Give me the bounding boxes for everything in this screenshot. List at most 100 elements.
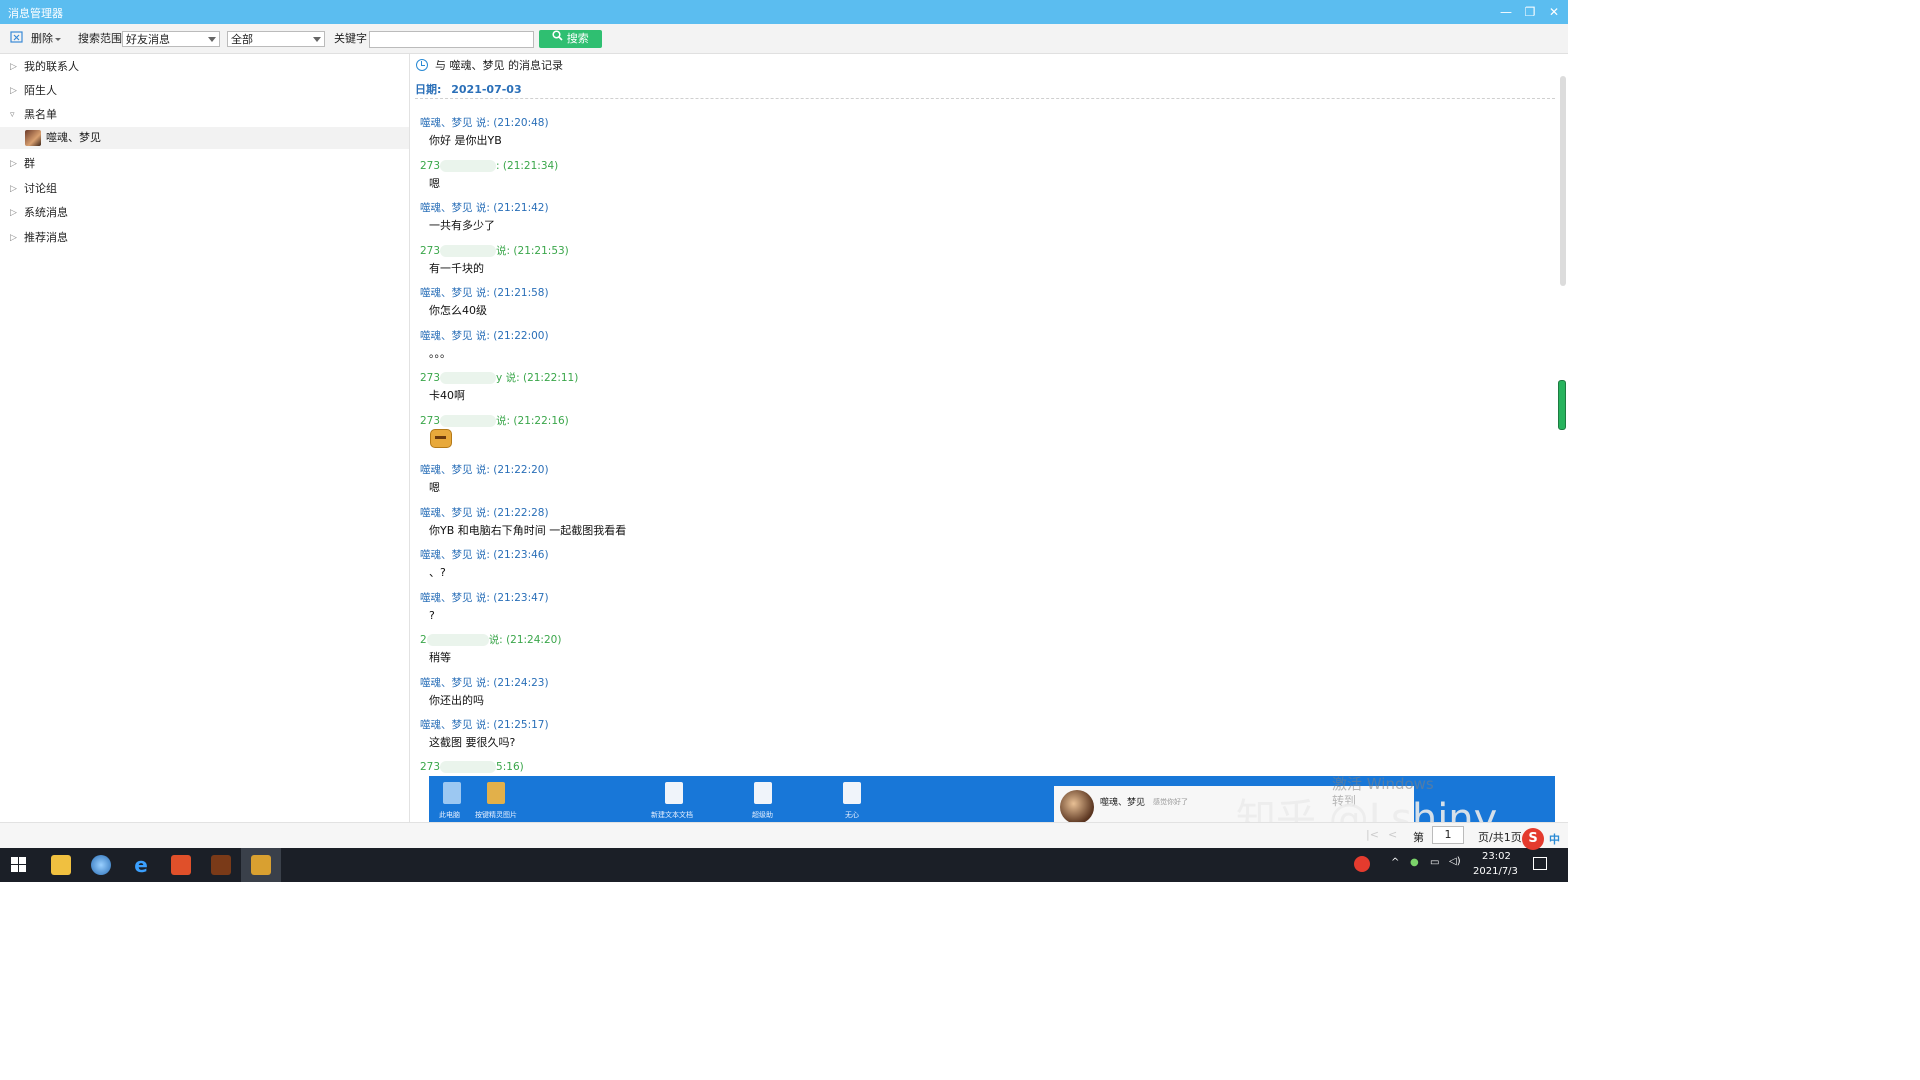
computer-icon (443, 782, 461, 804)
restore-button[interactable]: ❐ (1522, 4, 1538, 20)
message-time: (21:23:47) (493, 592, 549, 604)
delete-button[interactable]: 删除 (31, 30, 53, 47)
message-sender: 噬魂、梦见 说: (420, 287, 490, 299)
tree-item-strangers[interactable]: ▷ 陌生人 (0, 80, 409, 102)
clock-time[interactable]: 23:02 (1482, 851, 1511, 862)
message-sender: 273 (420, 415, 441, 427)
avatar (25, 130, 41, 146)
tree-item-groups[interactable]: ▷ 群 (0, 153, 409, 175)
message-header: 噬魂、梦见 说: (21:22:28) (420, 506, 549, 520)
tree-item-recommended[interactable]: ▷ 推荐消息 (0, 227, 409, 249)
game-icon[interactable] (211, 855, 231, 875)
message-text: 你YB 和电脑右下角时间 一起截图我看看 (429, 524, 627, 537)
prev-page-icon[interactable]: < (1388, 828, 1397, 841)
title-bar: 消息管理器 — ❐ ✕ (0, 0, 1568, 24)
ime-tray-icon[interactable] (1354, 856, 1370, 872)
monitor-tray-icon[interactable]: ▭ (1430, 857, 1439, 868)
message-header: 273 说: (21:21:53) (420, 244, 569, 258)
chevron-up-icon[interactable]: ^ (1391, 857, 1399, 868)
volume-icon[interactable]: ◁) (1449, 856, 1461, 867)
message-sender: 噬魂、梦见 说: (420, 117, 490, 129)
message-time: y 说: (21:22:11) (496, 372, 579, 384)
tree-item-blacklist[interactable]: ▿ 黑名单 (0, 104, 409, 126)
scope-select[interactable]: 全部 (227, 31, 325, 47)
folder-icon (487, 782, 505, 804)
message-text: 你怎么40级 (429, 304, 487, 317)
message-header: 噬魂、梦见 说: (21:24:23) (420, 676, 549, 690)
tree-item-label: 陌生人 (24, 84, 57, 97)
clock-icon (416, 59, 428, 71)
date-label: 日期: (415, 83, 442, 96)
message-header: 273 y 说: (21:22:11) (420, 371, 578, 385)
app-icon[interactable] (171, 855, 191, 875)
message-time: : (21:21:34) (496, 160, 559, 172)
chevron-down-icon[interactable] (54, 32, 62, 49)
ime-mode[interactable]: 中 (1549, 831, 1560, 847)
pagination-bar: |< < 第 1 页/共1页 (0, 822, 1568, 849)
chevron-right-icon: ▷ (10, 208, 17, 218)
desktop-label: 此电脑 (439, 811, 460, 819)
chat-header: 与 噬魂、梦见 的消息记录 (416, 58, 563, 74)
tree-item-label: 推荐消息 (24, 231, 68, 244)
tree-item-contacts[interactable]: ▷ 我的联系人 (0, 56, 409, 78)
search-button-label: 搜索 (566, 32, 589, 45)
file-icon (754, 782, 772, 804)
ie-icon[interactable]: e (131, 855, 151, 875)
first-page-icon[interactable]: |< (1366, 828, 1379, 841)
redacted-name (440, 245, 497, 257)
redacted-name (440, 372, 497, 384)
message-text: 有一千块的 (429, 262, 484, 275)
desktop-label: 新建文本文档 (651, 811, 693, 819)
windows-start-icon[interactable] (11, 857, 26, 875)
close-button[interactable]: ✕ (1546, 4, 1562, 20)
redacted-name (440, 761, 497, 773)
desktop-label: 按键精灵图片 (475, 811, 517, 819)
message-text: 这截图 要很久吗? (429, 736, 516, 749)
message-sender: 273 (420, 761, 441, 773)
message-text: 一共有多少了 (429, 219, 495, 232)
network-tray-icon[interactable]: ● (1410, 857, 1419, 868)
keyword-label: 关键字 (334, 32, 367, 45)
message-header: 噬魂、梦见 说: (21:23:46) (420, 548, 549, 562)
message-header: 噬魂、梦见 说: (21:21:58) (420, 286, 549, 300)
tree-item-contact[interactable]: 噬魂、梦见 (0, 127, 409, 149)
tree-item-label: 系统消息 (24, 206, 68, 219)
scope-value: 全部 (231, 33, 253, 46)
message-sender: 噬魂、梦见 说: (420, 330, 490, 342)
page-input[interactable]: 1 (1432, 826, 1464, 844)
message-header: 噬魂、梦见 说: (21:23:47) (420, 591, 549, 605)
sogou-ime-icon[interactable]: S (1522, 828, 1544, 850)
message-header: 噬魂、梦见 说: (21:22:20) (420, 463, 549, 477)
message-sender: 273 (420, 245, 441, 257)
message-time: (21:21:58) (493, 287, 549, 299)
tree-item-label: 讨论组 (24, 182, 57, 195)
date-row: 日期: 2021-07-03 (415, 81, 1555, 99)
tree-item-label: 黑名单 (24, 108, 57, 121)
search-range-select[interactable]: 好友消息 (122, 31, 220, 47)
file-explorer-icon[interactable] (51, 855, 71, 875)
chevron-down-icon (313, 37, 321, 42)
keyword-input[interactable] (369, 31, 534, 48)
message-time: (21:23:46) (493, 549, 549, 561)
clock-date[interactable]: 2021/7/3 (1473, 866, 1518, 877)
message-header: 噬魂、梦见 说: (21:21:42) (420, 201, 549, 215)
browser-icon[interactable] (91, 855, 111, 875)
chat-title: 与 噬魂、梦见 的消息记录 (435, 59, 563, 72)
tree-item-system[interactable]: ▷ 系统消息 (0, 202, 409, 224)
tree-item-discussions[interactable]: ▷ 讨论组 (0, 178, 409, 200)
date-value: 2021-07-03 (451, 83, 522, 96)
taskbar-active-app[interactable] (241, 848, 281, 882)
page-prefix: 第 (1413, 831, 1424, 844)
message-sender: 噬魂、梦见 说: (420, 202, 490, 214)
minimize-button[interactable]: — (1498, 4, 1514, 20)
message-sender: 噬魂、梦见 说: (420, 677, 490, 689)
scrollbar-thumb[interactable] (1560, 76, 1566, 286)
search-button[interactable]: 搜索 (539, 30, 602, 48)
card-status: 感觉你好了 (1153, 798, 1188, 806)
message-header: 2 说: (21:24:20) (420, 633, 561, 647)
notification-icon[interactable] (1533, 857, 1547, 870)
message-sender: 273 (420, 372, 441, 384)
face-emoji-icon (430, 429, 452, 448)
delete-icon[interactable] (10, 30, 24, 47)
tree-item-label: 噬魂、梦见 (46, 131, 101, 144)
